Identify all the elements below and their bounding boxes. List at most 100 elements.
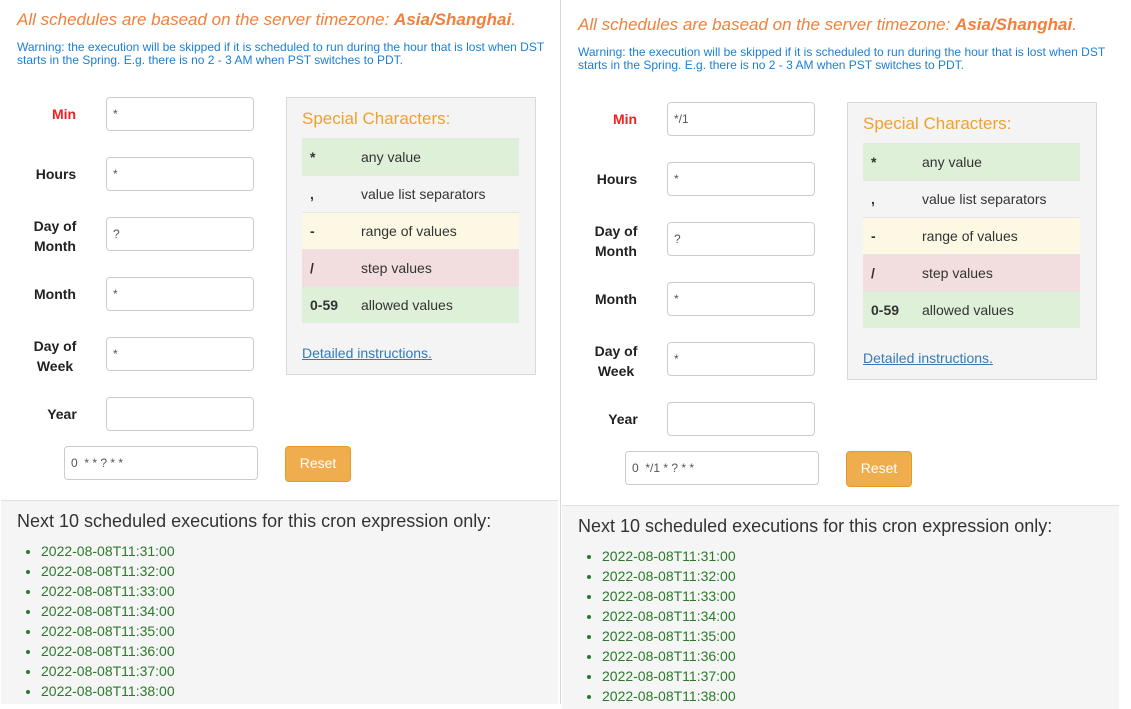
special-symbol: * xyxy=(871,154,877,170)
cron-panel-left: All schedules are basead on the server t… xyxy=(0,0,560,704)
day-of-week-label: Day of Week xyxy=(576,341,656,381)
special-characters-box: Special Characters: * any value , value li… xyxy=(847,102,1097,380)
min-label: Min xyxy=(51,106,77,122)
special-symbol: / xyxy=(310,260,314,276)
day-of-month-label-line1: Day of xyxy=(594,223,638,239)
day-of-week-input[interactable] xyxy=(106,337,254,371)
special-description: value list separators xyxy=(922,191,1047,207)
executions-list: 2022-08-08T11:31:00 2022-08-08T11:32:00 … xyxy=(17,541,175,701)
dst-warning: Warning: the execution will be skipped i… xyxy=(17,40,544,67)
next-executions-panel: Next 10 scheduled executions for this cr… xyxy=(1,500,558,704)
special-symbol: 0-59 xyxy=(871,302,900,318)
special-row: , value list separators xyxy=(302,175,519,212)
day-of-month-input[interactable] xyxy=(667,222,815,256)
special-description: range of values xyxy=(361,223,457,239)
day-of-month-label-line1: Day of xyxy=(33,218,77,234)
detailed-instructions-link[interactable]: Detailed instructions. xyxy=(863,350,993,366)
timezone-name: Asia/Shanghai xyxy=(955,15,1073,34)
next-executions-title: Next 10 scheduled executions for this cr… xyxy=(578,516,1053,536)
special-description: value list separators xyxy=(361,186,486,202)
special-description: step values xyxy=(922,265,993,281)
day-of-week-label-line1: Day of xyxy=(594,343,638,359)
day-of-week-label: Day of Week xyxy=(15,336,95,376)
day-of-week-input[interactable] xyxy=(667,342,815,376)
execution-item: 2022-08-08T11:36:00 xyxy=(602,646,736,666)
year-label: Year xyxy=(47,406,77,422)
month-label: Month xyxy=(595,291,637,307)
day-of-month-label: Day of Month xyxy=(15,216,95,256)
special-row: * any value xyxy=(302,138,519,175)
special-row: / step values xyxy=(302,249,519,286)
execution-item: 2022-08-08T11:34:00 xyxy=(41,601,175,621)
special-row: 0-59 allowed values xyxy=(863,291,1080,328)
cron-expression-input[interactable] xyxy=(64,446,258,480)
min-label: Min xyxy=(612,111,638,127)
execution-item: 2022-08-08T11:34:00 xyxy=(602,606,736,626)
special-characters-title: Special Characters: xyxy=(863,114,1012,133)
special-symbol: 0-59 xyxy=(310,297,339,313)
day-of-week-label-line1: Day of xyxy=(33,338,77,354)
year-input[interactable] xyxy=(667,402,815,436)
timezone-note-suffix: . xyxy=(1072,15,1077,34)
execution-item: 2022-08-08T11:35:00 xyxy=(41,621,175,641)
execution-item: 2022-08-08T11:36:00 xyxy=(41,641,175,661)
day-of-week-label-line2: Week xyxy=(36,358,74,374)
timezone-note: All schedules are basead on the server t… xyxy=(578,15,1077,35)
execution-item: 2022-08-08T11:37:00 xyxy=(602,666,736,686)
reset-button[interactable]: Reset xyxy=(285,446,351,482)
hours-input[interactable] xyxy=(106,157,254,191)
special-row: - range of values xyxy=(863,217,1080,254)
execution-item: 2022-08-08T11:32:00 xyxy=(602,566,736,586)
hours-label: Hours xyxy=(596,171,638,187)
timezone-note-suffix: . xyxy=(511,10,516,29)
day-of-month-input[interactable] xyxy=(106,217,254,251)
special-description: step values xyxy=(361,260,432,276)
cron-panel-right: All schedules are basead on the server t… xyxy=(561,5,1121,709)
day-of-month-label-line2: Month xyxy=(595,243,637,259)
min-input[interactable] xyxy=(667,102,815,136)
special-symbol: - xyxy=(310,223,315,239)
timezone-note-text: All schedules are basead on the server t… xyxy=(17,10,395,29)
special-symbol: * xyxy=(310,149,316,165)
special-row: - range of values xyxy=(302,212,519,249)
dst-warning: Warning: the execution will be skipped i… xyxy=(578,45,1105,72)
reset-button[interactable]: Reset xyxy=(846,451,912,487)
execution-item: 2022-08-08T11:32:00 xyxy=(41,561,175,581)
min-input[interactable] xyxy=(106,97,254,131)
special-description: allowed values xyxy=(922,302,1014,318)
day-of-month-label: Day of Month xyxy=(576,221,656,261)
year-input[interactable] xyxy=(106,397,254,431)
next-executions-title: Next 10 scheduled executions for this cr… xyxy=(17,511,492,531)
year-label: Year xyxy=(608,411,638,427)
month-input[interactable] xyxy=(667,282,815,316)
month-label: Month xyxy=(34,286,76,302)
hours-input[interactable] xyxy=(667,162,815,196)
cron-expression-input[interactable] xyxy=(625,451,819,485)
special-symbol: - xyxy=(871,228,876,244)
special-characters-title: Special Characters: xyxy=(302,109,451,128)
special-characters-box: Special Characters: * any value , value li… xyxy=(286,97,536,375)
timezone-note: All schedules are basead on the server t… xyxy=(17,10,516,30)
day-of-month-label-line2: Month xyxy=(34,238,76,254)
execution-item: 2022-08-08T11:33:00 xyxy=(41,581,175,601)
next-executions-panel: Next 10 scheduled executions for this cr… xyxy=(562,505,1119,709)
special-symbol: / xyxy=(871,265,875,281)
month-input[interactable] xyxy=(106,277,254,311)
special-description: range of values xyxy=(922,228,1018,244)
special-description: any value xyxy=(922,154,982,170)
special-symbol: , xyxy=(310,186,314,202)
day-of-week-label-line2: Week xyxy=(597,363,635,379)
execution-item: 2022-08-08T11:37:00 xyxy=(41,661,175,681)
hours-label: Hours xyxy=(35,166,77,182)
timezone-name: Asia/Shanghai xyxy=(394,10,512,29)
execution-item: 2022-08-08T11:33:00 xyxy=(602,586,736,606)
execution-item: 2022-08-08T11:31:00 xyxy=(41,541,175,561)
execution-item: 2022-08-08T11:31:00 xyxy=(602,546,736,566)
detailed-instructions-link[interactable]: Detailed instructions. xyxy=(302,345,432,361)
timezone-note-text: All schedules are basead on the server t… xyxy=(578,15,956,34)
special-description: any value xyxy=(361,149,421,165)
special-row: * any value xyxy=(863,143,1080,180)
execution-item: 2022-08-08T11:38:00 xyxy=(41,681,175,701)
executions-list: 2022-08-08T11:31:00 2022-08-08T11:32:00 … xyxy=(578,546,736,706)
special-symbol: , xyxy=(871,191,875,207)
